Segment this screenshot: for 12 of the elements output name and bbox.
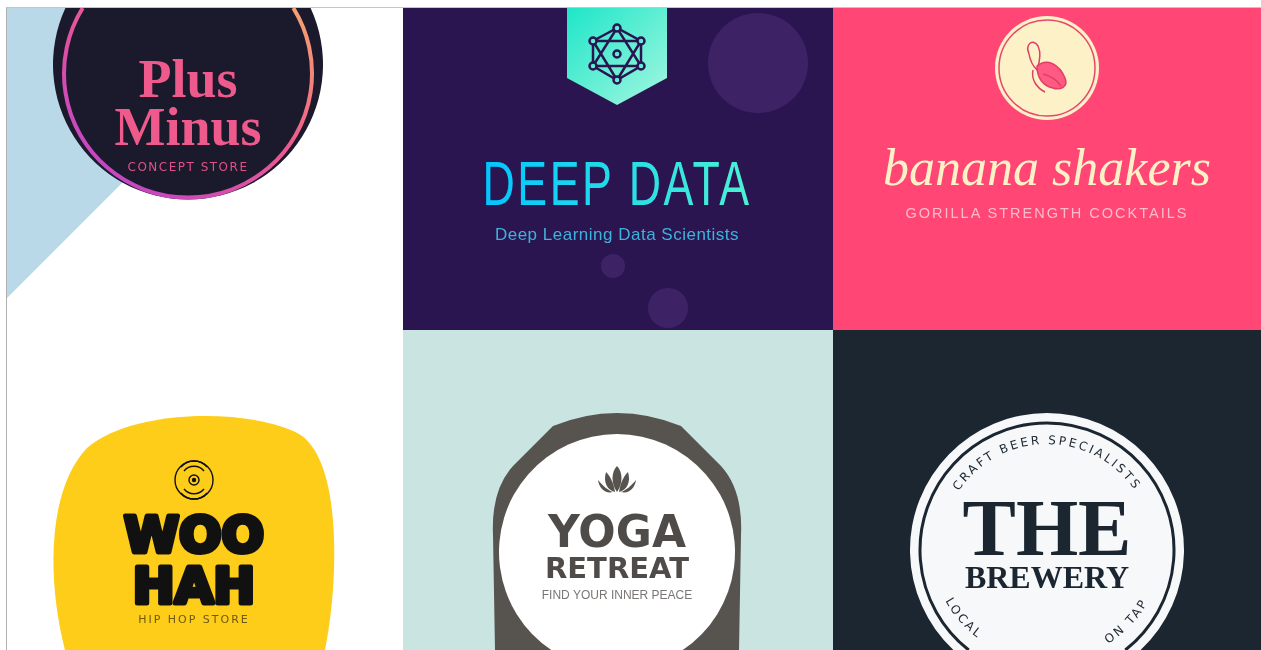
logo-tagline: CONCEPT STORE (127, 160, 249, 174)
network-icon (588, 23, 646, 85)
logo-title: banana shakers (883, 139, 1211, 196)
logo-title: DEEP DATA (482, 148, 752, 219)
logo-tagline: FIND YOUR INNER PEACE (541, 588, 693, 602)
logo-tagline: Deep Learning Data Scientists (494, 225, 740, 244)
vinyl-record-icon (174, 460, 214, 500)
logo-tagline: GORILLA STRENGTH COCKTAILS (905, 205, 1189, 221)
logo-tagline: HIP HOP STORE (138, 613, 250, 626)
banana-icon (1027, 41, 1067, 93)
logo-title: Minus (114, 97, 262, 157)
lotus-icon (598, 466, 636, 493)
